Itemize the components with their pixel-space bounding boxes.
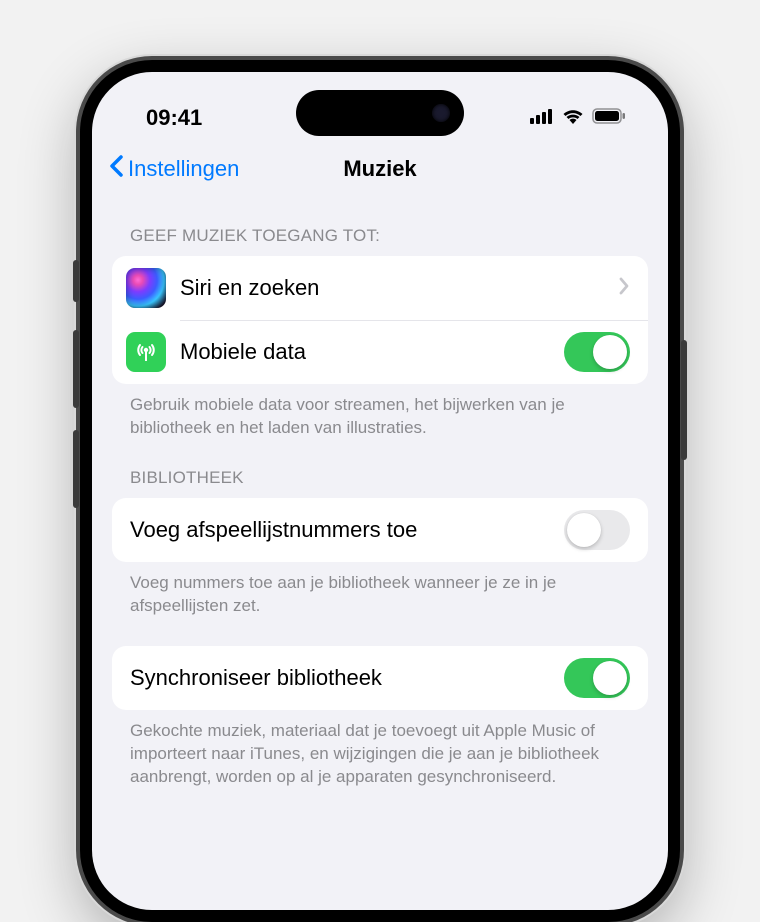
section-header-access: GEEF MUZIEK TOEGANG TOT: (112, 198, 648, 256)
cellular-data-row: Mobiele data (112, 320, 648, 384)
section-footer-sync: Gekochte muziek, materiaal dat je toevoe… (112, 710, 648, 789)
add-playlist-songs-toggle[interactable] (564, 510, 630, 550)
row-label: Synchroniseer bibliotheek (130, 665, 564, 691)
toggle-knob (567, 513, 601, 547)
row-label: Voeg afspeellijstnummers toe (130, 517, 564, 543)
screen: 09:41 (92, 72, 668, 910)
settings-content: GEEF MUZIEK TOEGANG TOT: Siri en zoeken (92, 198, 668, 789)
status-time: 09:41 (146, 105, 202, 131)
front-camera (432, 104, 450, 122)
chevron-right-icon (618, 277, 630, 300)
section-footer-access: Gebruik mobiele data voor streamen, het … (112, 384, 648, 440)
status-icons (530, 108, 626, 129)
back-button[interactable]: Instellingen (108, 154, 239, 184)
section-footer-add-playlist: Voeg nummers toe aan je bibliotheek wann… (112, 562, 648, 618)
back-label: Instellingen (128, 156, 239, 182)
library-group-2: Synchroniseer bibliotheek (112, 646, 648, 710)
side-button (681, 340, 687, 460)
side-button (73, 430, 79, 508)
row-label: Mobiele data (180, 339, 564, 365)
battery-icon (592, 108, 626, 129)
phone-frame: 09:41 (80, 60, 680, 922)
navigation-bar: Instellingen Muziek (92, 142, 668, 198)
dynamic-island (296, 90, 464, 136)
wifi-icon (562, 108, 584, 129)
cellular-data-toggle[interactable] (564, 332, 630, 372)
chevron-left-icon (108, 154, 124, 184)
siri-search-row[interactable]: Siri en zoeken (112, 256, 648, 320)
page-title: Muziek (343, 156, 416, 182)
cellular-signal-icon (530, 108, 554, 129)
row-label: Siri en zoeken (180, 275, 618, 301)
access-group: Siri en zoeken (112, 256, 648, 384)
siri-icon (126, 268, 166, 308)
sync-library-toggle[interactable] (564, 658, 630, 698)
sync-library-row: Synchroniseer bibliotheek (112, 646, 648, 710)
library-group-1: Voeg afspeellijstnummers toe (112, 498, 648, 562)
add-playlist-songs-row: Voeg afspeellijstnummers toe (112, 498, 648, 562)
side-button (73, 260, 79, 302)
toggle-knob (593, 335, 627, 369)
section-header-library: BIBLIOTHEEK (112, 440, 648, 498)
side-button (73, 330, 79, 408)
cellular-data-icon (126, 332, 166, 372)
toggle-knob (593, 661, 627, 695)
